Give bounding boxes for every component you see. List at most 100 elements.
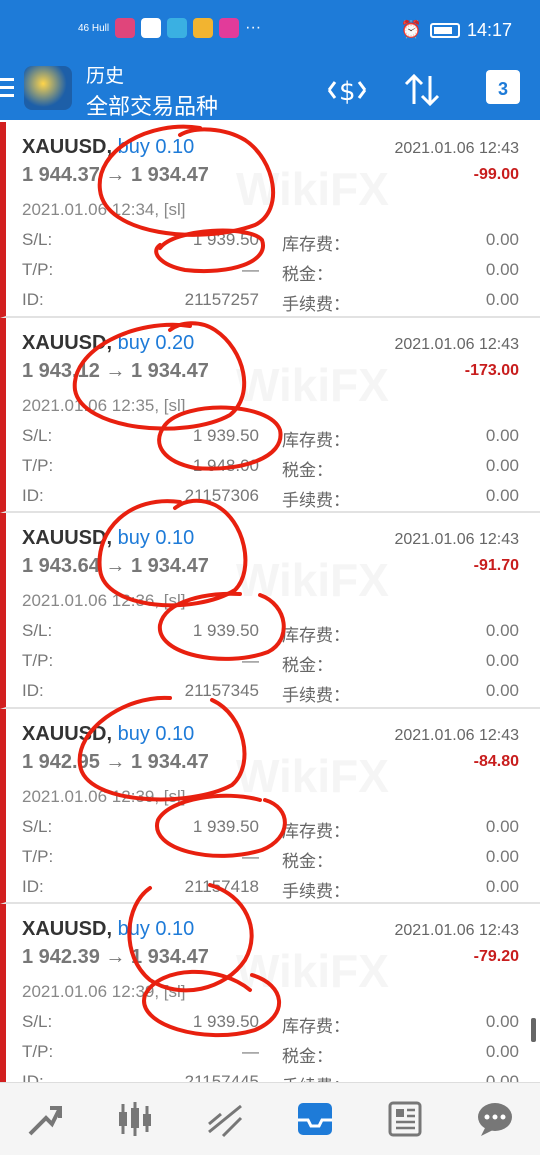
fee-label: 手续费：	[282, 1072, 350, 1082]
message-icon	[167, 18, 188, 38]
close-date: 2021.01.06 12:43	[394, 335, 519, 353]
candlestick-icon[interactable]	[111, 1095, 159, 1143]
trade-card[interactable]: XAUUSD, buy 0.20 1 943.12 → 1 934.47 202…	[0, 317, 540, 513]
trade-profit: -79.20	[473, 948, 519, 965]
trade-history-list[interactable]: XAUUSD, buy 0.10 1 944.37 → 1 934.47 202…	[0, 122, 540, 1082]
tax-value: 0.00	[485, 651, 519, 670]
app-logo	[24, 66, 72, 110]
app-notification-icon	[115, 18, 136, 38]
id-value: 21157257	[184, 290, 259, 309]
tax-value: 0.00	[485, 455, 519, 475]
currency-exchange-icon[interactable]: $	[325, 72, 369, 116]
chart-line-icon[interactable]	[201, 1095, 249, 1143]
trade-symbol-row: XAUUSD, buy 0.10	[22, 136, 194, 159]
trade-profit: -91.70	[473, 557, 519, 574]
id-value: 21157306	[184, 485, 259, 505]
arrow: →	[105, 359, 126, 382]
inbox-icon[interactable]	[291, 1095, 339, 1143]
sl-value: 1 939.50	[192, 621, 259, 640]
swap-value: 0.00	[485, 1012, 519, 1031]
tax-value: 0.00	[485, 846, 519, 866]
open-price: 1 944.37	[22, 164, 100, 186]
battery-icon	[430, 23, 460, 38]
app-notification-icon	[141, 18, 162, 38]
watermark: WikiFX	[236, 749, 389, 802]
trade-card[interactable]: XAUUSD, buy 0.10 1 942.39 → 1 934.47 202…	[0, 904, 540, 1082]
more-icon: ···	[245, 19, 262, 36]
trade-card[interactable]: XAUUSD, buy 0.10 1 943.64 → 1 934.47 202…	[0, 513, 540, 709]
close-date: 2021.01.06 12:43	[394, 531, 519, 548]
trade-profit: -173.00	[464, 361, 519, 379]
trade-symbol-row: XAUUSD, buy 0.10	[22, 527, 194, 550]
status-icons: 46 Hull ···	[78, 18, 261, 38]
sl-value: 1 939.50	[192, 816, 259, 836]
calendar-icon[interactable]: 3	[486, 70, 520, 104]
close-price: 1 934.47	[130, 555, 209, 577]
fee-value: 0.00	[485, 485, 519, 505]
close-price: 1 934.47	[130, 164, 209, 186]
app-bar: 历史 全部交易品种 $ 3	[0, 60, 540, 120]
trade-direction: buy 0.10	[117, 136, 195, 158]
menu-icon[interactable]	[0, 78, 16, 102]
id-value: 21157345	[184, 681, 259, 700]
trade-price-row: 1 943.64 → 1 934.47	[22, 555, 209, 578]
close-date: 2021.01.06 12:43	[394, 726, 519, 744]
trade-symbol-row: XAUUSD, buy 0.10	[22, 723, 194, 746]
fee-value: 0.00	[485, 681, 519, 700]
tax-label: 税金：	[282, 460, 333, 480]
trade-direction: buy 0.20	[117, 331, 195, 354]
open-time: 2021.01.06 12:39, [sl]	[22, 786, 186, 806]
tp-value: —	[242, 846, 259, 866]
fee-value: 0.00	[485, 876, 519, 896]
trade-card[interactable]: XAUUSD, buy 0.10 1 944.37 → 1 934.47 202…	[0, 122, 540, 318]
clock: 14:17	[466, 20, 512, 40]
chat-icon[interactable]	[471, 1095, 519, 1143]
swap-value: 0.00	[485, 425, 519, 445]
arrow: →	[105, 750, 126, 773]
sl-value: 1 939.50	[192, 230, 259, 249]
scrollbar[interactable]	[531, 1018, 536, 1042]
open-time: 2021.01.06 12:35, [sl]	[22, 395, 186, 415]
trade-profit: -84.80	[473, 752, 519, 770]
swap-label: 库存费：	[282, 430, 350, 450]
trade-symbol-row: XAUUSD, buy 0.20	[22, 332, 194, 355]
id-value: 21157445	[184, 1072, 259, 1082]
open-price: 1 942.39	[22, 946, 100, 968]
symbol-filter[interactable]: 全部交易品种	[86, 89, 218, 121]
trade-profit: -99.00	[473, 166, 519, 183]
trade-symbol: XAUUSD,	[22, 722, 113, 745]
bottom-navigation	[0, 1082, 540, 1155]
sl-value: 1 939.50	[192, 1012, 259, 1031]
video-icon	[219, 18, 240, 38]
watermark: WikiFX	[236, 554, 389, 606]
swap-value: 0.00	[485, 621, 519, 640]
trade-price-row: 1 942.39 → 1 934.47	[22, 946, 209, 969]
swap-label: 库存费：	[282, 1017, 350, 1036]
sl-value: 1 939.50	[192, 425, 259, 445]
trade-price-row: 1 943.12 → 1 934.47	[22, 360, 209, 383]
arrow: →	[105, 164, 126, 186]
sort-icon[interactable]	[402, 72, 442, 116]
news-icon[interactable]	[381, 1095, 429, 1143]
open-price: 1 943.12	[22, 359, 100, 382]
fee-value: 0.00	[485, 1072, 519, 1082]
open-price: 1 942.95	[22, 750, 100, 773]
trade-symbol: XAUUSD,	[22, 136, 113, 158]
swap-label: 库存费：	[282, 821, 350, 841]
swap-value: 0.00	[485, 816, 519, 836]
trade-card[interactable]: XAUUSD, buy 0.10 1 942.95 → 1 934.47 202…	[0, 708, 540, 904]
tp-value: —	[242, 260, 259, 279]
app-notification-icon	[193, 18, 214, 38]
watermark: WikiFX	[236, 358, 389, 411]
trend-arrow-icon[interactable]	[21, 1095, 69, 1143]
tax-value: 0.00	[485, 1042, 519, 1061]
arrow: →	[105, 555, 126, 577]
trade-price-row: 1 944.37 → 1 934.47	[22, 164, 209, 187]
swap-label: 库存费：	[282, 626, 350, 645]
close-date: 2021.01.06 12:43	[394, 922, 519, 939]
close-date: 2021.01.06 12:43	[394, 140, 519, 157]
trade-direction: buy 0.10	[117, 527, 195, 549]
fee-label: 手续费：	[282, 295, 350, 314]
signal-indicator: 46 Hull	[78, 22, 110, 34]
tax-value: 0.00	[485, 260, 519, 279]
